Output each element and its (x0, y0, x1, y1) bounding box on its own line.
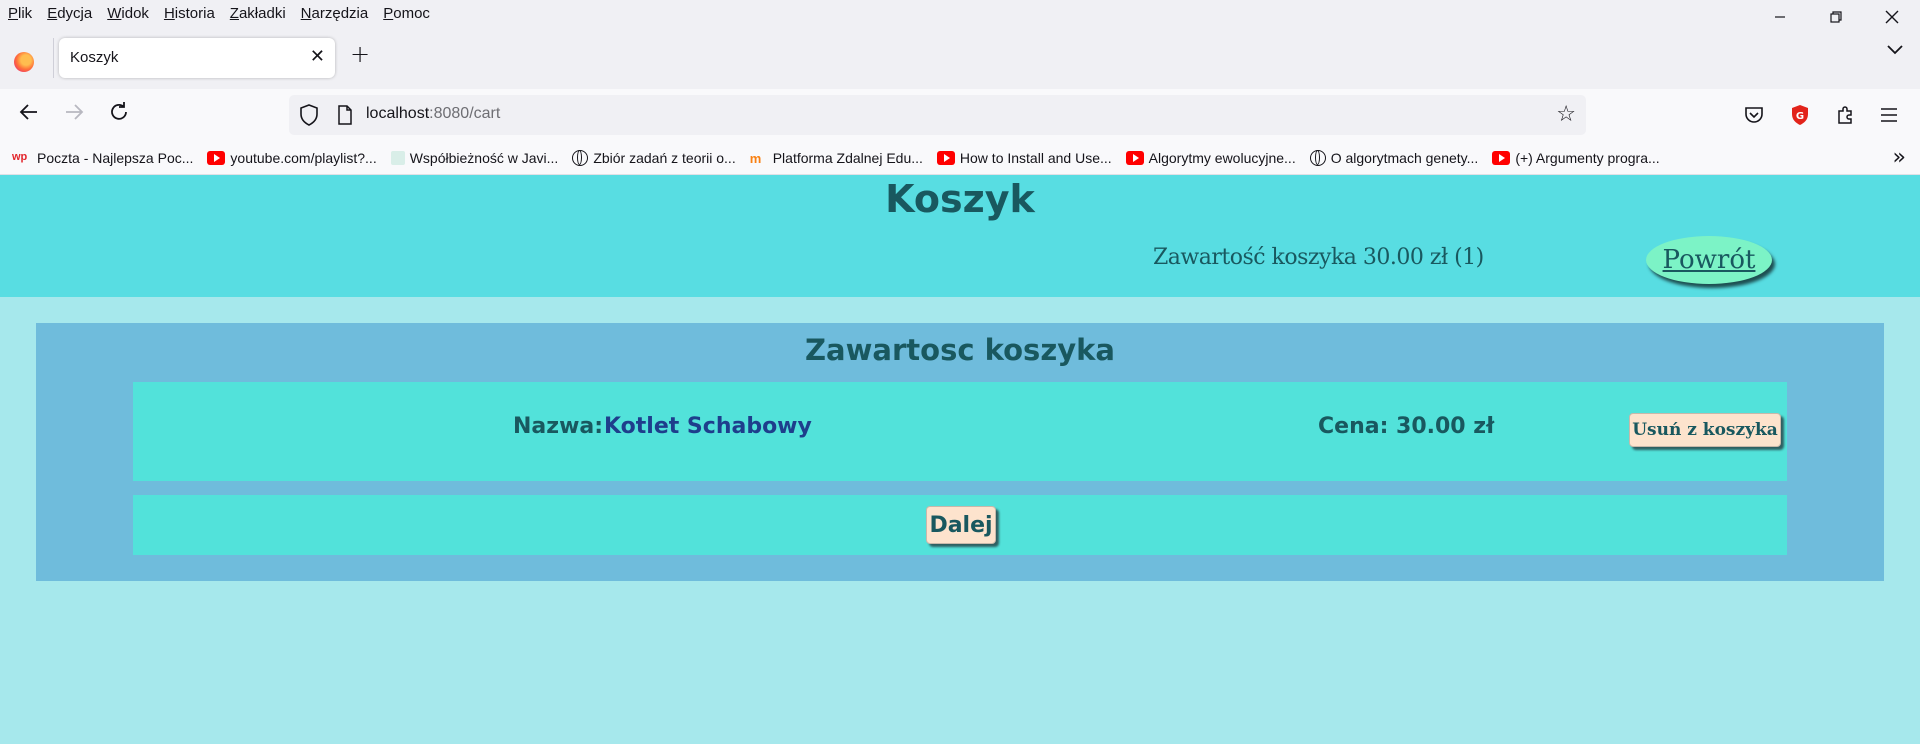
extensions-puzzle-icon[interactable] (1833, 103, 1857, 127)
bookmark-item[interactable]: wp Poczta - Najlepsza Poc... (12, 150, 193, 166)
new-tab-plus-icon[interactable]: + (350, 40, 370, 68)
item-name-label: Nazwa: (513, 414, 604, 439)
youtube-icon (936, 150, 955, 165)
bookmark-label: Współbieżność w Javi... (409, 149, 559, 166)
restore-icon[interactable] (1808, 0, 1864, 34)
item-name: Kotlet Schabowy (604, 414, 812, 439)
tab-title: Koszyk (70, 49, 119, 66)
reload-icon[interactable] (108, 101, 130, 129)
bookmark-item[interactable]: Algorytmy ewolucyjne... (1125, 149, 1296, 166)
menu-view[interactable]: Widok (107, 5, 149, 22)
menu-bookmarks[interactable]: Zakładki (230, 5, 286, 22)
back-arrow-icon[interactable] (18, 101, 40, 129)
navigation-toolbar: localhost:8080/cart ☆ G (0, 89, 1920, 141)
menu-help[interactable]: Pomoc (383, 5, 430, 22)
close-window-icon[interactable] (1864, 0, 1920, 34)
hamburger-menu-icon[interactable] (1877, 103, 1901, 127)
bookmark-label: (+) Argumenty progra... (1515, 149, 1660, 166)
page-info-icon[interactable] (337, 105, 353, 125)
bookmark-label: youtube.com/playlist?... (230, 149, 377, 166)
page-header: Koszyk Zawartość koszyka 30.00 zł (1) Po… (0, 175, 1920, 297)
minimize-icon[interactable] (1752, 0, 1808, 34)
wp-logo-icon: wp (12, 150, 28, 163)
youtube-icon (207, 150, 226, 165)
more-bookmarks-chevron-icon[interactable]: » (1893, 145, 1906, 170)
shield-extension-icon[interactable]: G (1788, 103, 1812, 127)
menu-tools[interactable]: Narzędzia (301, 5, 369, 22)
back-button[interactable]: Powrót (1646, 236, 1772, 284)
next-button[interactable]: Dalej (926, 506, 996, 544)
youtube-icon (1125, 150, 1144, 165)
next-row: Dalej (133, 495, 1787, 555)
bookmark-item[interactable]: How to Install and Use... (936, 149, 1112, 166)
url-path: :8080/cart (429, 105, 501, 122)
cart-item-row: Nazwa: Kotlet Schabowy Cena: 30.00 zł Us… (133, 382, 1787, 481)
menu-edit[interactable]: Edycja (47, 5, 92, 22)
java-site-icon (390, 150, 405, 165)
globe-icon (1309, 149, 1326, 166)
list-all-tabs-chevron-icon[interactable] (1886, 40, 1904, 61)
bookmark-label: Platforma Zdalnej Edu... (772, 149, 923, 166)
cart-summary: Zawartość koszyka 30.00 zł (1) (1153, 245, 1484, 270)
moodle-icon: m (749, 150, 762, 166)
bookmark-item[interactable]: O algorytmach genety... (1309, 149, 1479, 166)
address-bar[interactable]: localhost:8080/cart ☆ (289, 95, 1586, 135)
tab-koszyk[interactable]: Koszyk ✕ (59, 38, 335, 78)
tab-separator (53, 38, 54, 78)
bookmark-item[interactable]: m Platforma Zdalnej Edu... (750, 150, 923, 166)
forward-arrow-icon[interactable] (63, 101, 85, 129)
cart-section-title: Zawartosc koszyka (805, 333, 1115, 367)
close-tab-icon[interactable]: ✕ (310, 46, 325, 67)
bookmark-label: Zbiór zadań z teorii o... (593, 149, 736, 166)
remove-from-cart-button[interactable]: Usuń z koszyka (1629, 413, 1781, 447)
bookmark-item[interactable]: (+) Argumenty progra... (1492, 149, 1660, 166)
svg-text:G: G (1796, 111, 1804, 122)
bookmark-label: Poczta - Najlepsza Poc... (37, 149, 194, 166)
bookmark-item[interactable]: youtube.com/playlist?... (207, 149, 377, 166)
bookmark-label: How to Install and Use... (959, 149, 1112, 166)
page-content: Koszyk Zawartość koszyka 30.00 zł (1) Po… (0, 175, 1920, 744)
bookmark-label: Algorytmy ewolucyjne... (1148, 149, 1296, 166)
firefox-logo-icon (14, 52, 34, 72)
bookmark-item[interactable]: Zbiór zadań z teorii o... (572, 149, 736, 166)
menu-history[interactable]: Historia (164, 5, 215, 22)
url-host: localhost (366, 105, 430, 122)
bookmark-item[interactable]: Współbieżność w Javi... (390, 149, 559, 166)
bookmark-label: O algorytmach genety... (1330, 149, 1479, 166)
tab-bar: Koszyk ✕ + (0, 26, 1920, 89)
cart-panel: Zawartosc koszyka Nazwa: Kotlet Schabowy… (36, 323, 1884, 581)
url-text[interactable]: localhost:8080/cart (366, 105, 500, 123)
menu-bar: Plik Edycja Widok Historia Zakładki Narz… (0, 0, 1920, 26)
globe-icon (572, 149, 589, 166)
tracking-shield-icon[interactable] (299, 104, 319, 126)
bookmarks-toolbar: wp Poczta - Najlepsza Poc... youtube.com/… (0, 141, 1920, 175)
pocket-icon[interactable] (1742, 103, 1766, 127)
youtube-icon (1492, 150, 1511, 165)
page-title: Koszyk (885, 177, 1035, 221)
menu-file[interactable]: Plik (8, 5, 32, 22)
window-controls (1752, 0, 1920, 34)
item-price: Cena: 30.00 zł (1318, 414, 1495, 439)
bookmark-star-icon[interactable]: ☆ (1556, 102, 1576, 127)
